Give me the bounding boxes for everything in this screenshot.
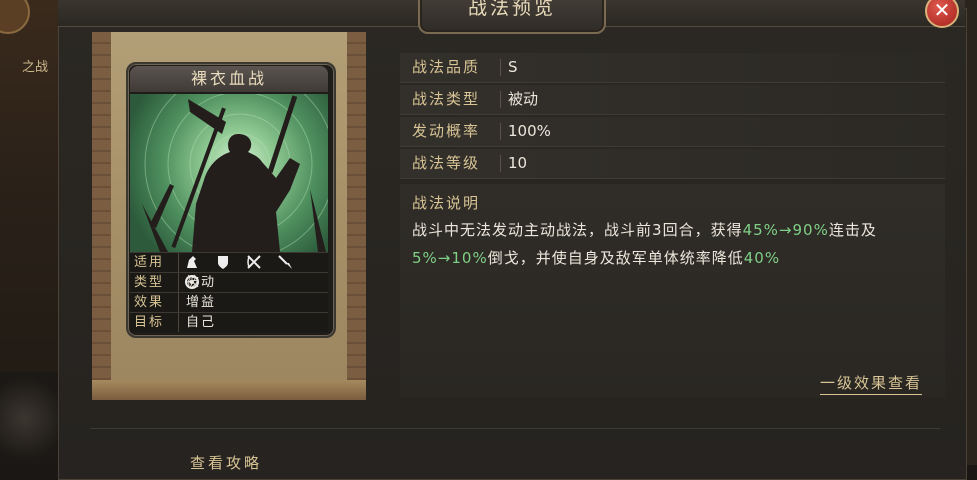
effect-label: 效果 — [134, 295, 165, 310]
tactic-card: 裸衣血战 适用 类型 被动 效果 增益 目标 自己 — [126, 62, 336, 338]
scroll-rail-left — [92, 32, 112, 400]
bow-icon — [246, 254, 262, 270]
dialog-title-plate: 战法预览 — [418, 0, 606, 34]
dialog-title: 战法预览 — [467, 0, 556, 19]
prop-level: 战法等级 10 — [400, 149, 945, 179]
type-value: 被动 — [186, 275, 217, 290]
prop-value: 100% — [508, 122, 551, 140]
prop-value: 被动 — [508, 90, 539, 108]
desc-part: 倒戈，并使自身及敌军单体统率降低 — [487, 249, 744, 267]
desc-part: 连击及 — [828, 221, 877, 239]
tactic-info: 适用 类型 被动 效果 增益 目标 自己 — [130, 252, 328, 332]
background-figure — [0, 372, 62, 465]
cavalry-icon — [184, 254, 200, 270]
tactic-name: 裸衣血战 — [130, 66, 328, 92]
target-label: 目标 — [134, 315, 165, 330]
shield-icon — [215, 254, 231, 270]
view-guide-link[interactable]: 查看攻略 — [190, 452, 262, 473]
info-row-target: 目标 自己 — [130, 312, 328, 332]
applicable-label: 适用 — [134, 255, 165, 270]
desc-highlight: 45%→90% — [742, 221, 829, 239]
divider — [90, 428, 940, 429]
level-one-effect-link[interactable]: 一级效果查看 — [820, 372, 923, 395]
description-box: 战法说明 战斗中无法发动主动战法，战斗前3回合，获得45%→90%连击及 5%→1… — [400, 184, 945, 398]
separator — [500, 91, 501, 108]
portrait-icon — [0, 0, 30, 34]
separator — [500, 155, 501, 172]
description-label: 战法说明 — [412, 194, 481, 212]
prop-type: 战法类型 被动 — [400, 85, 945, 115]
separator — [178, 273, 179, 292]
desc-part: 战斗中无法发动主动战法，战斗前 — [412, 221, 653, 239]
prop-label: 战法类型 — [412, 90, 481, 108]
separator — [178, 313, 179, 332]
separator — [178, 293, 179, 312]
target-value: 自己 — [186, 315, 217, 330]
separator — [500, 59, 501, 76]
background-left: 之战 — [0, 0, 62, 465]
prop-quality: 战法品质 S — [400, 53, 945, 83]
prop-value: S — [508, 58, 518, 76]
applicable-icons — [184, 254, 328, 289]
spear-icon — [277, 254, 293, 270]
effect-value: 增益 — [186, 295, 217, 310]
separator — [500, 123, 501, 140]
desc-part: 回合，获得 — [662, 221, 743, 239]
separator — [178, 253, 179, 272]
background-tag: 之战 — [22, 60, 49, 75]
info-row-applicable: 适用 — [130, 252, 328, 289]
prop-label: 战法等级 — [412, 154, 481, 172]
desc-highlight: 40% — [743, 249, 781, 267]
prop-probability: 发动概率 100% — [400, 117, 945, 147]
desc-rounds: 3 — [652, 221, 663, 239]
prop-label: 发动概率 — [412, 122, 481, 140]
prop-label: 战法品质 — [412, 58, 481, 76]
type-label: 类型 — [134, 275, 165, 290]
close-icon: ✕ — [933, 0, 951, 22]
desc-highlight: 5%→10% — [412, 249, 488, 267]
info-row-type: 类型 被动 — [130, 272, 328, 292]
scroll-bottom — [92, 380, 366, 400]
info-row-effect: 效果 增益 — [130, 292, 328, 312]
tactic-art — [130, 94, 328, 252]
description-text: 战斗中无法发动主动战法，战斗前3回合，获得45%→90%连击及 5%→10%倒戈，… — [412, 216, 942, 272]
prop-value: 10 — [508, 154, 528, 172]
scroll-rail-right — [346, 32, 366, 400]
